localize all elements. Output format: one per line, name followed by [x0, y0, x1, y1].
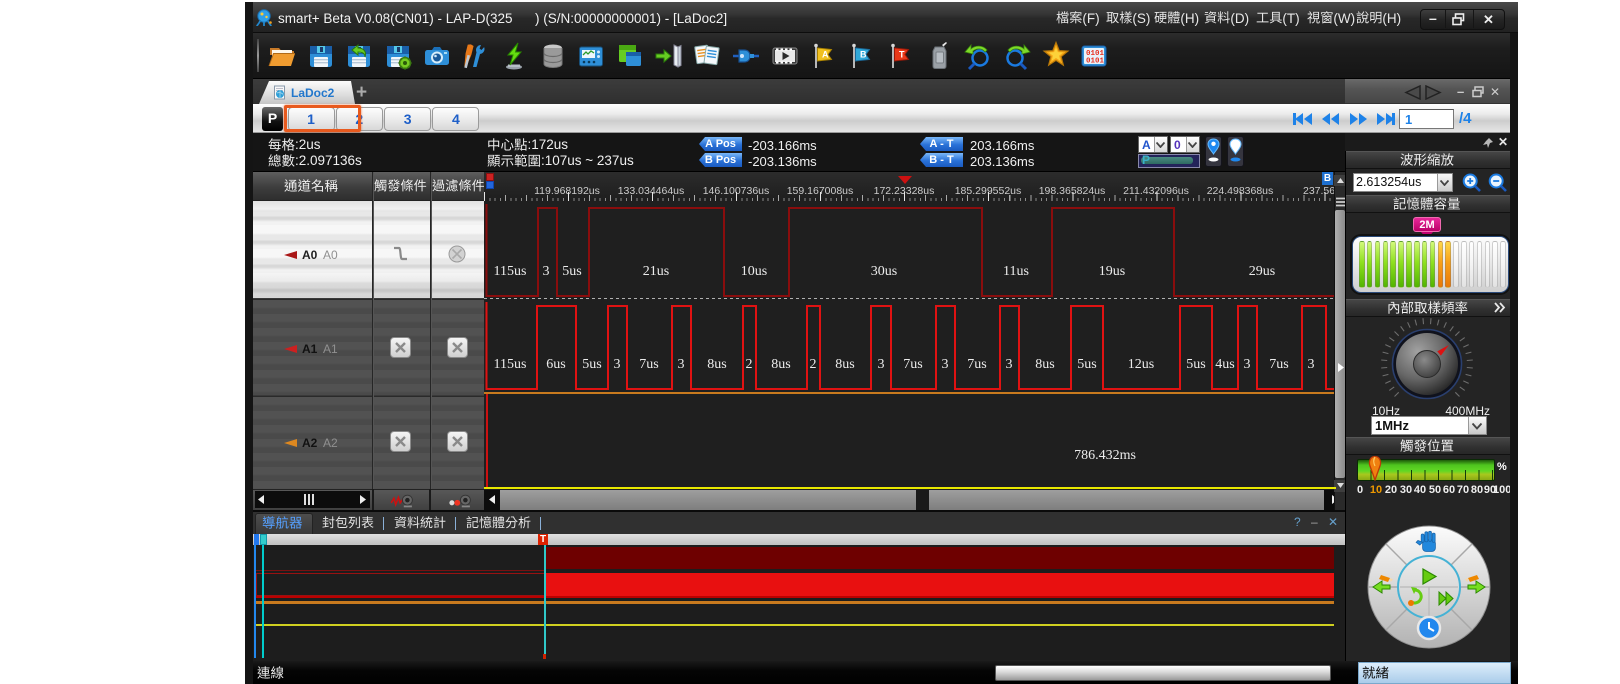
svg-text:T: T	[899, 50, 905, 60]
svg-text:0101: 0101	[1086, 58, 1105, 66]
svg-text:B: B	[860, 50, 867, 60]
svg-text:A: A	[822, 50, 829, 60]
